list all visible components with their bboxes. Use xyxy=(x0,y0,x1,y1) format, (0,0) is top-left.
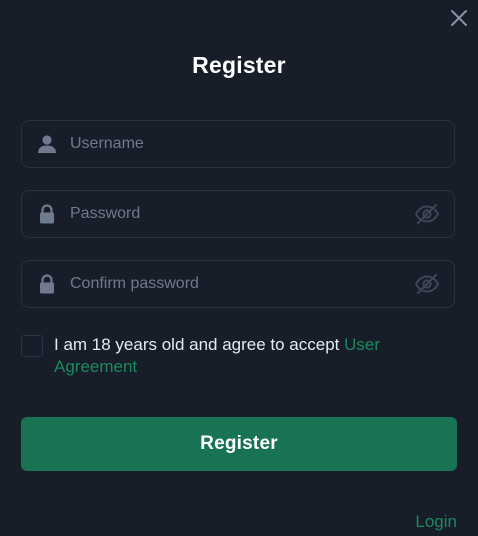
register-dialog: Register Username I am 18 years old and … xyxy=(0,0,478,536)
close-icon[interactable] xyxy=(450,9,468,27)
eye-off-icon[interactable] xyxy=(414,203,440,225)
username-input[interactable] xyxy=(70,121,410,167)
username-field[interactable] xyxy=(21,120,455,168)
confirm-password-input[interactable] xyxy=(70,261,410,307)
agreement-text: I am 18 years old and agree to accept Us… xyxy=(54,334,444,378)
password-input[interactable] xyxy=(70,191,410,237)
agreement-label: I am 18 years old and agree to accept xyxy=(54,335,345,354)
password-field[interactable] xyxy=(21,190,455,238)
eye-off-icon[interactable] xyxy=(414,273,440,295)
register-button[interactable]: Register xyxy=(21,417,457,471)
lock-icon xyxy=(40,204,54,224)
confirm-password-field[interactable] xyxy=(21,260,455,308)
dialog-title: Register xyxy=(192,52,286,78)
agreement-checkbox[interactable] xyxy=(21,335,43,357)
login-link[interactable]: Login xyxy=(415,512,457,532)
user-icon xyxy=(38,135,56,153)
lock-icon xyxy=(40,274,54,294)
